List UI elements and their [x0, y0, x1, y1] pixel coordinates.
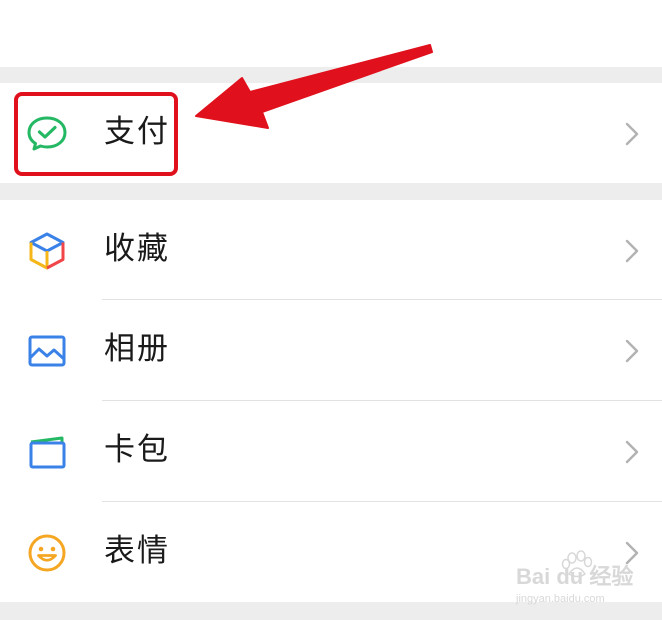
menu-item-label: 表情 [104, 533, 170, 569]
chevron-right-icon [625, 339, 639, 363]
album-picture-icon [28, 335, 66, 367]
smiley-face-icon [28, 534, 66, 572]
pay-section: 支付 [0, 83, 662, 183]
chevron-right-icon [625, 239, 639, 263]
chevron-right-icon [625, 440, 639, 464]
menu-item-label: 卡包 [104, 432, 170, 468]
menu-item-label: 收藏 [104, 231, 170, 267]
services-section: 收藏 相册 卡包 表情 [0, 200, 662, 602]
menu-item-card-wallet[interactable]: 卡包 [0, 401, 662, 501]
menu-item-album[interactable]: 相册 [0, 300, 662, 400]
menu-item-pay[interactable]: 支付 [0, 83, 662, 183]
top-section [0, 0, 662, 67]
menu-item-stickers[interactable]: 表情 [0, 502, 662, 602]
favorites-cube-icon [29, 232, 65, 270]
chevron-right-icon [625, 541, 639, 565]
menu-item-label: 相册 [104, 331, 170, 367]
wechat-pay-icon [27, 116, 67, 151]
menu-item-favorites[interactable]: 收藏 [0, 200, 662, 300]
menu-item-label: 支付 [104, 114, 170, 150]
chevron-right-icon [625, 122, 639, 146]
card-wallet-icon [29, 436, 66, 469]
